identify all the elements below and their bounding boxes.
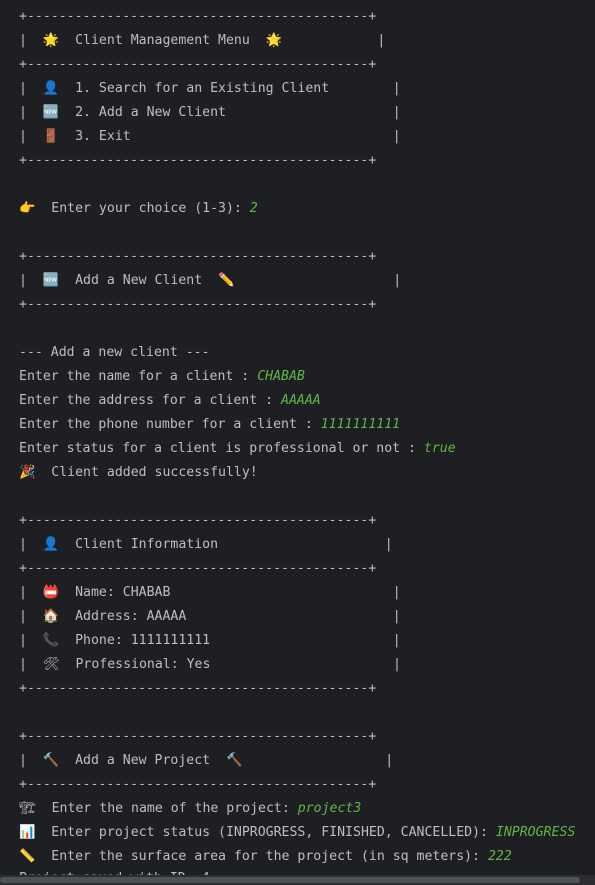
client-phone-line: Enter the phone number for a client : 11… <box>19 413 400 437</box>
project-status-line: 📊 Enter project status (INPROGRESS, FINI… <box>19 821 575 845</box>
client-address-input: AAAAA <box>281 393 321 408</box>
client-status-prompt: Enter status for a client is professiona… <box>19 441 424 456</box>
box-border: +---------------------------------------… <box>19 9 377 24</box>
box-border: +---------------------------------------… <box>19 249 377 264</box>
project-name-input: project3 <box>297 801 362 816</box>
box-border: +---------------------------------------… <box>19 297 377 312</box>
project-surface-line: 📏 Enter the surface area for the project… <box>19 845 512 869</box>
menu-header: | 🌟 Client Management Menu 🌟 | <box>19 33 386 48</box>
project-status-input: INPROGRESS <box>495 825 576 840</box>
client-status-input: true <box>423 441 456 456</box>
box-border: +---------------------------------------… <box>19 57 377 72</box>
client-added-message: 🎉 Client added successfully! <box>19 465 258 480</box>
choice-prompt: 👉 Enter your choice (1-3): <box>19 201 250 216</box>
box-border: +---------------------------------------… <box>19 513 377 528</box>
choice-input: 2 <box>249 201 258 216</box>
box-border: +---------------------------------------… <box>19 153 377 168</box>
box-border: +---------------------------------------… <box>19 561 377 576</box>
client-name-input: CHABAB <box>257 369 305 384</box>
client-info-header: | 👤 Client Information | <box>19 537 393 552</box>
choice-prompt-line: 👉 Enter your choice (1-3): 2 <box>19 197 258 221</box>
client-phone-input: 1111111111 <box>320 417 401 432</box>
add-client-subheader: --- Add a new client --- <box>19 345 210 360</box>
client-address-prompt: Enter the address for a client : <box>19 393 282 408</box>
client-info-phone: | 📞 Phone: 1111111111 | <box>19 633 401 648</box>
horizontal-scrollbar[interactable] <box>0 875 595 885</box>
client-info-professional: | 🛠 Professional: Yes | <box>19 657 401 672</box>
add-client-header: | 🆕 Add a New Client ✏️ | <box>19 273 402 288</box>
client-name-line: Enter the name for a client : CHABAB <box>19 365 305 389</box>
client-phone-prompt: Enter the phone number for a client : <box>19 417 321 432</box>
client-info-address: | 🏠 Address: AAAAA | <box>19 609 401 624</box>
client-info-name: | 📛 Name: CHABAB | <box>19 585 401 600</box>
project-name-prompt: 🏗 Enter the name of the project: <box>19 801 298 816</box>
box-border: +---------------------------------------… <box>19 777 377 792</box>
box-border: +---------------------------------------… <box>19 729 377 744</box>
client-status-line: Enter status for a client is professiona… <box>19 437 456 461</box>
project-status-prompt: 📊 Enter project status (INPROGRESS, FINI… <box>19 825 496 840</box>
console-output: +---------------------------------------… <box>0 0 595 885</box>
project-surface-prompt: 📏 Enter the surface area for the project… <box>19 849 488 864</box>
project-name-line: 🏗 Enter the name of the project: project… <box>19 797 361 821</box>
scrollbar-thumb[interactable] <box>0 877 580 883</box>
client-address-line: Enter the address for a client : AAAAA <box>19 389 321 413</box>
menu-item-add-client: | 🆕 2. Add a New Client | <box>19 105 401 120</box>
client-name-prompt: Enter the name for a client : <box>19 369 258 384</box>
menu-item-search-client: | 👤 1. Search for an Existing Client | <box>19 81 401 96</box>
menu-item-exit: | 🚪 3. Exit | <box>19 129 401 144</box>
project-surface-input: 222 <box>487 849 512 864</box>
add-project-header: | 🔨 Add a New Project 🔨 | <box>19 753 394 768</box>
box-border: +---------------------------------------… <box>19 681 377 696</box>
